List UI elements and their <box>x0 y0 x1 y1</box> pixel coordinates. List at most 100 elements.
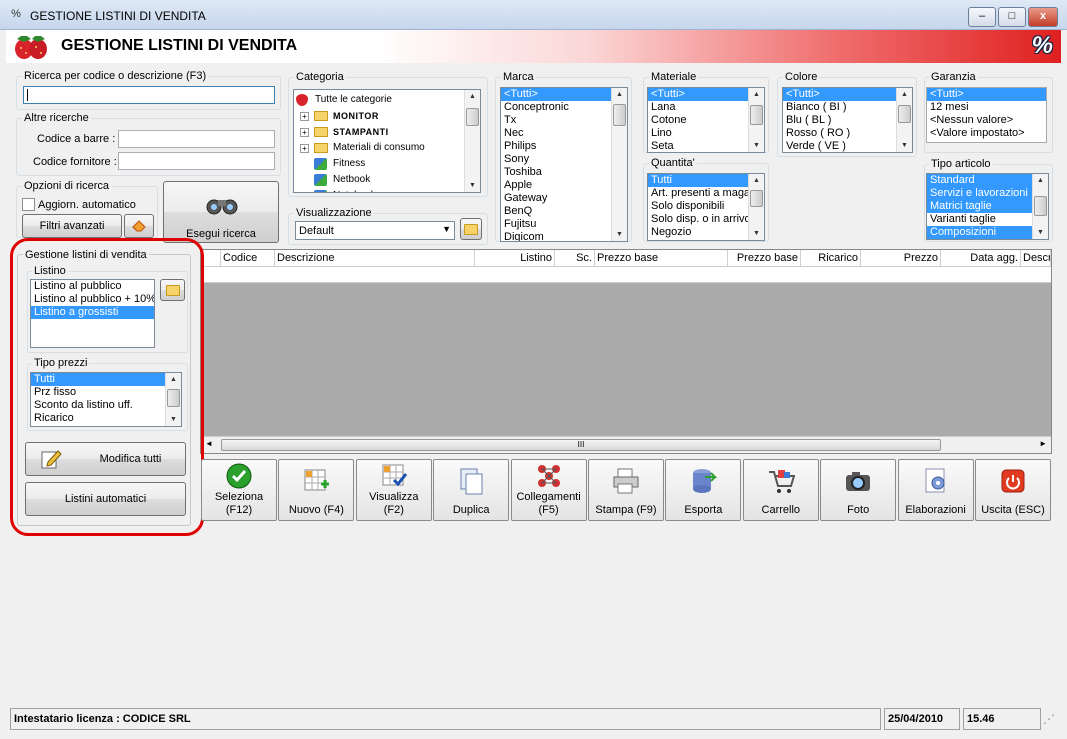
auto-update-label: Aggiorn. automatico <box>38 199 136 211</box>
toolbar-label: Esporta <box>684 504 723 516</box>
list-item[interactable]: Apple <box>501 179 611 192</box>
list-item[interactable]: Cotone <box>648 114 748 127</box>
process-button[interactable]: Elaborazioni <box>897 459 974 521</box>
horizontal-scrollbar[interactable]: ◄ III ► <box>201 436 1051 453</box>
new-button[interactable]: Nuovo (F4) <box>278 459 355 521</box>
list-item[interactable]: Art. presenti a magazzino <box>648 187 764 200</box>
list-item[interactable]: Philips <box>501 140 611 153</box>
page-title: GESTIONE LISTINI DI VENDITA <box>61 37 298 54</box>
license-info: Intestatario licenza : CODICE SRL <box>10 708 881 730</box>
list-item[interactable]: Verde ( VE ) <box>783 140 896 152</box>
expand-icon[interactable]: + <box>300 128 309 137</box>
list-item[interactable]: <Tutti> <box>783 88 896 101</box>
categoria-tree[interactable]: Tutte le categorie + MONITOR + STAMPANTI + Mat… <box>293 89 481 193</box>
execute-search-button[interactable]: Esegui ricerca <box>163 181 279 243</box>
list-item[interactable]: Toshiba <box>501 166 611 179</box>
categoria-scrollbar[interactable]: ▲ ▼ <box>464 90 480 192</box>
list-item[interactable]: Negozio <box>648 226 748 239</box>
garanzia-list[interactable]: <Tutti> 12 mesi <Nessun valore> <Valore imp… <box>926 87 1047 143</box>
list-item[interactable]: Tx <box>501 114 611 127</box>
list-item[interactable]: Composizioni <box>927 226 1032 239</box>
list-item[interactable]: <Tutti> <box>648 88 748 101</box>
results-grid[interactable]: Codice Descrizione Listino Sc. Prezzo base Pr… <box>200 249 1052 454</box>
expand-icon[interactable]: + <box>300 144 309 153</box>
search-input[interactable] <box>23 86 275 104</box>
list-item[interactable]: Solo disponibili <box>648 200 748 213</box>
visualizzazione-select[interactable]: Default ▼ <box>295 221 455 240</box>
list-item[interactable]: Lana <box>648 101 748 114</box>
column-header[interactable]: Prezzo base <box>728 250 801 266</box>
minimize-button[interactable]: – <box>968 7 996 27</box>
column-header[interactable] <box>201 250 221 266</box>
column-header[interactable]: Descr <box>1021 250 1051 266</box>
advanced-filters-button[interactable]: Filtri avanzati <box>22 214 122 238</box>
column-header[interactable]: Codice <box>221 250 275 266</box>
links-network-icon <box>537 465 560 487</box>
expand-icon[interactable]: + <box>300 112 309 121</box>
list-item[interactable]: Fujitsu <box>501 218 611 231</box>
photo-button[interactable]: Foto <box>820 459 897 521</box>
barcode-input[interactable] <box>118 130 275 148</box>
column-header[interactable]: Sc. <box>555 250 595 266</box>
open-folder-button[interactable] <box>460 218 482 240</box>
list-item[interactable]: Sony <box>501 153 611 166</box>
tree-item-label: Notebook <box>333 188 376 192</box>
list-item[interactable]: Varianti taglie <box>927 213 1032 226</box>
marca-list[interactable]: <Tutti> Conceptronic Tx Nec Philips Sony Toshi… <box>500 87 628 242</box>
tipo-articolo-list[interactable]: Standard Servizi e lavorazioni Matrici tag… <box>926 173 1049 240</box>
list-item[interactable]: Seta <box>648 140 748 152</box>
column-header[interactable]: Data agg. <box>941 250 1021 266</box>
list-item[interactable]: Solo disp. o in arrivo <box>648 213 751 226</box>
supplier-code-input[interactable] <box>118 152 275 170</box>
colore-scrollbar[interactable]: ▲ ▼ <box>896 88 912 152</box>
maximize-button[interactable]: □ <box>998 7 1026 27</box>
list-item[interactable]: Conceptronic <box>501 101 611 114</box>
view-grid-icon <box>382 464 407 487</box>
list-item[interactable]: <Valore impostato> <box>927 127 1046 140</box>
list-item[interactable]: Rosso ( RO ) <box>783 127 896 140</box>
list-item[interactable]: Standard <box>927 174 1032 187</box>
quantita-scrollbar[interactable]: ▲ ▼ <box>748 174 764 240</box>
auto-update-checkbox[interactable] <box>22 198 35 211</box>
view-button[interactable]: Visualizza (F2) <box>355 459 432 521</box>
column-header[interactable]: Prezzo <box>861 250 941 266</box>
links-button[interactable]: Collegamenti (F5) <box>510 459 587 521</box>
table-row[interactable] <box>201 267 1051 283</box>
marca-title: Marca <box>501 71 536 83</box>
marca-scrollbar[interactable]: ▲ ▼ <box>611 88 627 241</box>
list-item[interactable]: <Tutti> <box>501 88 611 101</box>
materiale-list[interactable]: <Tutti> Lana Cotone Lino Seta ▲ ▼ <box>647 87 765 153</box>
list-item[interactable]: Matrici taglie <box>927 200 1032 213</box>
colore-title: Colore <box>783 71 820 83</box>
list-item[interactable]: 12 mesi <box>927 101 1046 114</box>
column-header[interactable]: Listino <box>475 250 555 266</box>
list-item[interactable]: Bianco ( BI ) <box>783 101 896 114</box>
select-button[interactable]: Seleziona (F12) <box>201 459 277 521</box>
resize-grip-icon[interactable]: ⋰ <box>1043 712 1055 726</box>
filter-clear-button[interactable] <box>124 214 154 238</box>
list-item[interactable]: Lino <box>648 127 748 140</box>
list-item[interactable]: <Tutti> <box>927 88 1046 101</box>
list-item[interactable]: Servizi e lavorazioni <box>927 187 1032 200</box>
quantita-list[interactable]: Tutti Art. presenti a magazzino Solo dispo… <box>647 173 765 241</box>
list-item[interactable]: BenQ <box>501 205 611 218</box>
materiale-scrollbar[interactable]: ▲ ▼ <box>748 88 764 152</box>
list-item[interactable]: Tutti <box>648 174 748 187</box>
list-item[interactable]: Nec <box>501 127 611 140</box>
print-button[interactable]: Stampa (F9) <box>588 459 664 521</box>
export-button[interactable]: Esporta <box>665 459 742 521</box>
cart-button[interactable]: Carrello <box>742 459 819 521</box>
list-item[interactable]: Blu ( BL ) <box>783 114 896 127</box>
column-header[interactable]: Ricarico <box>801 250 861 266</box>
toolbar-label: Nuovo (F4) <box>288 504 344 516</box>
list-item[interactable]: <Nessun valore> <box>927 114 1046 127</box>
close-button[interactable]: x <box>1028 7 1058 27</box>
tipo-articolo-scrollbar[interactable]: ▲ ▼ <box>1032 174 1048 239</box>
column-header[interactable]: Descrizione <box>275 250 475 266</box>
colore-list[interactable]: <Tutti> Bianco ( BI ) Blu ( BL ) Rosso ( RO… <box>782 87 913 153</box>
list-item[interactable]: Digicom <box>501 231 611 241</box>
duplicate-button[interactable]: Duplica <box>433 459 510 521</box>
exit-button[interactable]: Uscita (ESC) <box>975 459 1051 521</box>
list-item[interactable]: Gateway <box>501 192 611 205</box>
column-header[interactable]: Prezzo base <box>595 250 728 266</box>
